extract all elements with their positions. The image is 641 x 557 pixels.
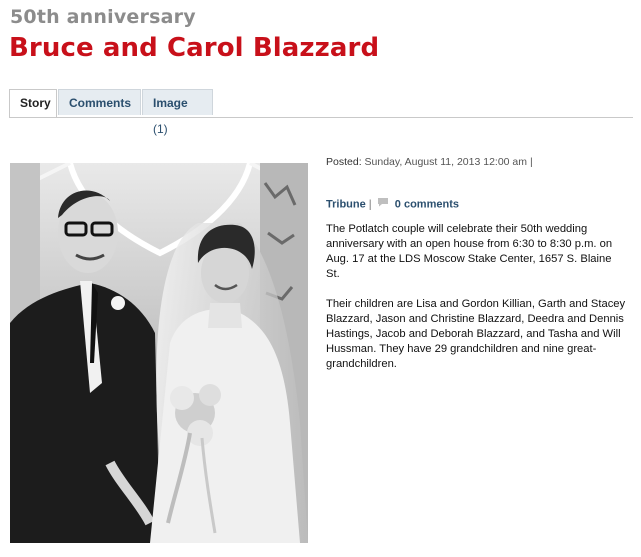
article-meta: Tribune | 0 comments (326, 197, 459, 212)
article-tabs: Story Comments Image (1) (9, 89, 633, 136)
tab-comments[interactable]: Comments (58, 89, 141, 115)
tab-image-label: Image (153, 96, 188, 110)
tab-image-count: (1) (153, 122, 168, 136)
comments-link[interactable]: 0 comments (395, 198, 459, 210)
wedding-photo[interactable] (10, 163, 308, 543)
article-headline: Bruce and Carol Blazzard (9, 33, 380, 63)
story-paragraph: The Potlatch couple will celebrate their… (326, 223, 613, 280)
tab-comments-label: Comments (69, 96, 132, 110)
posted-divider: | (529, 156, 533, 168)
tab-story-label: Story (20, 96, 51, 110)
posted-label: Posted: (326, 156, 362, 168)
meta-divider: | (368, 198, 372, 211)
comment-bubble-icon (377, 197, 389, 210)
story-paragraph: Their children are Lisa and Gordon Killi… (326, 298, 626, 370)
tab-story[interactable]: Story (9, 89, 57, 117)
source-link[interactable]: Tribune (326, 198, 366, 210)
posted-value: Sunday, August 11, 2013 12:00 am (364, 156, 528, 168)
wedding-photo-image (10, 163, 308, 543)
article-kicker: 50th anniversary (10, 6, 196, 28)
posted-date: Posted: Sunday, August 11, 2013 12:00 am… (326, 156, 533, 168)
article-body: The Potlatch couple will celebrate their… (326, 222, 628, 387)
tab-image[interactable]: Image (1) (142, 89, 213, 136)
